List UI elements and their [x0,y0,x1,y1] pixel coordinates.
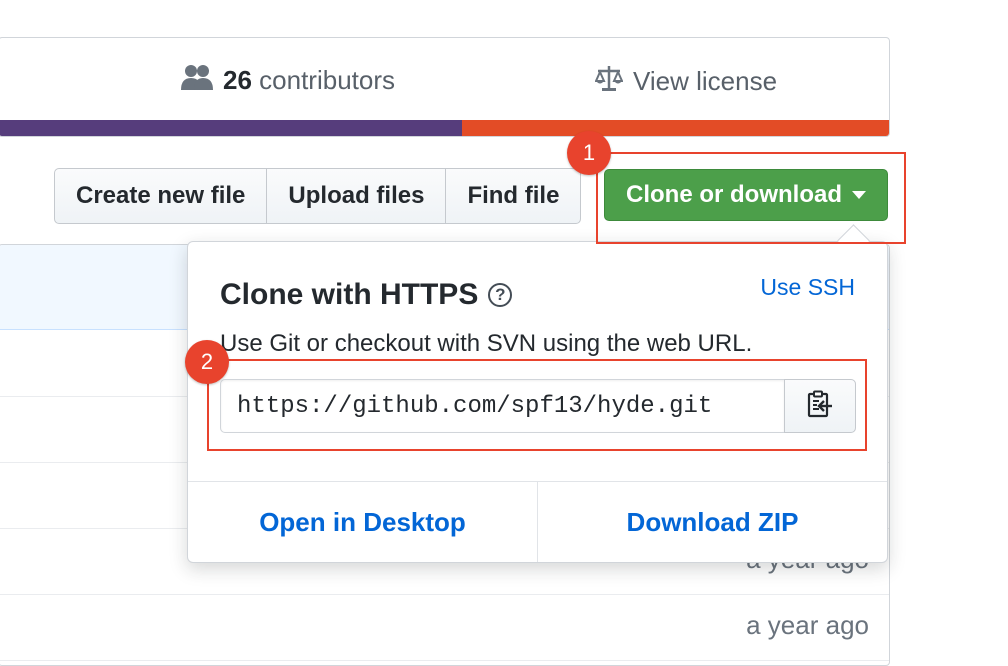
annotation-badge-1: 1 [567,131,611,175]
clone-description: Use Git or checkout with SVN using the w… [220,330,753,357]
file-age: a year ago [746,610,869,640]
clone-footer: Open in Desktop Download ZIP [188,481,887,562]
annotation-badge-2: 2 [185,340,229,384]
clone-title-text: Clone with HTTPS [220,278,479,311]
language-segment-2 [461,120,889,136]
license-link[interactable]: View license [594,64,778,99]
file-actions: Create new file Upload files Find file [54,168,582,224]
find-file-button[interactable]: Find file [445,168,582,224]
license-label: View license [633,66,778,96]
table-row[interactable]: a year ago [0,594,889,661]
contributors-label: contributors [259,65,395,95]
use-ssh-link[interactable]: Use SSH [760,274,855,301]
annotation-box-1 [596,152,906,244]
repo-summary: 26 contributors View license [0,37,890,137]
clone-title: Clone with HTTPS ? [220,278,513,312]
language-segment-1 [0,120,462,136]
open-in-desktop-button[interactable]: Open in Desktop [188,482,537,562]
annotation-box-2 [207,359,867,451]
upload-files-button[interactable]: Upload files [266,168,447,224]
create-new-file-button[interactable]: Create new file [54,168,268,224]
law-icon [594,64,624,99]
people-icon [181,64,213,97]
download-zip-button[interactable]: Download ZIP [537,482,887,562]
question-icon[interactable]: ? [488,283,513,307]
contributors-link[interactable]: 26 contributors [181,64,395,97]
contributors-count: 26 [223,65,252,95]
language-bar[interactable] [0,120,889,136]
